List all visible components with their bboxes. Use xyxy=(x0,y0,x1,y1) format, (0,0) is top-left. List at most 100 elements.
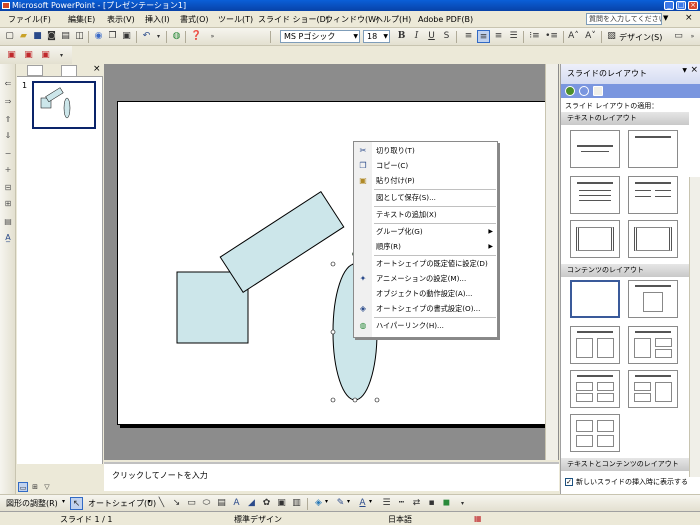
summary-slide-icon[interactable]: ▤ xyxy=(2,216,14,228)
design-icon[interactable]: ▧ xyxy=(605,30,618,43)
wordart-icon[interactable]: A xyxy=(230,497,243,510)
rectangle-icon[interactable]: ▭ xyxy=(185,497,198,510)
font-name-select[interactable]: MS Pゴシック ▼ xyxy=(280,30,360,43)
minimize-button[interactable]: _ xyxy=(664,1,674,10)
font-color-icon[interactable]: A xyxy=(356,497,369,510)
selection-handle[interactable] xyxy=(330,261,336,267)
italic-button[interactable]: I xyxy=(410,30,423,43)
draw-menu-button[interactable]: 図形の調整(R) xyxy=(6,498,58,509)
show-on-insert-option[interactable]: ✓ 新しいスライドの挿入時に表示する xyxy=(565,477,688,487)
3d-style-icon[interactable]: ◼ xyxy=(440,497,453,510)
oval-icon[interactable]: ⬭ xyxy=(200,497,213,510)
ctx-add-text[interactable]: テキストの追加(X) xyxy=(354,207,497,222)
layout-vertical-text[interactable] xyxy=(570,220,620,258)
new-icon[interactable]: ▢ xyxy=(3,30,16,43)
ctx-copy[interactable]: ❐ コピー(C) xyxy=(354,158,497,173)
align-center-icon[interactable]: ≡ xyxy=(477,30,490,43)
slide-sorter-icon[interactable]: ⊞ xyxy=(30,482,40,492)
show-formatting-icon[interactable]: A̲ xyxy=(2,232,14,244)
layout-title-two-content[interactable] xyxy=(570,326,620,364)
open-icon[interactable]: ▰ xyxy=(17,30,30,43)
selection-handle[interactable] xyxy=(330,329,336,335)
collapse-icon[interactable]: − xyxy=(2,148,14,160)
line-style-icon[interactable]: ☰ xyxy=(380,497,393,510)
arrow-icon[interactable]: ↘ xyxy=(170,497,183,510)
design-button[interactable]: デザイン(S) xyxy=(619,32,662,43)
help-dropdown-icon[interactable]: ▼ xyxy=(663,14,668,22)
promote-icon[interactable]: ⇐ xyxy=(2,78,14,90)
move-up-icon[interactable]: ⇑ xyxy=(2,114,14,126)
paste-icon[interactable]: ▣ xyxy=(120,30,133,43)
vertical-scrollbar[interactable] xyxy=(545,64,558,460)
menu-edit[interactable]: 編集(E) xyxy=(68,14,95,25)
layout-vertical-title-text[interactable] xyxy=(628,220,678,258)
ctx-hyperlink[interactable]: ◍ ハイパーリンク(H)... xyxy=(354,318,497,333)
layout-title-text[interactable] xyxy=(570,176,620,214)
copy-icon[interactable]: ❐ xyxy=(106,30,119,43)
layout-title-two-two-content[interactable] xyxy=(628,370,678,408)
shadow-style-icon[interactable]: ▪ xyxy=(425,497,438,510)
autoshapes-dropdown-icon[interactable]: ▾ xyxy=(148,498,151,505)
menu-file[interactable]: ファイル(F) xyxy=(8,14,51,25)
ctx-format-autoshape[interactable]: ◈ オートシェイプの書式設定(O)... xyxy=(354,301,497,316)
collapse-all-icon[interactable]: ⊟ xyxy=(2,182,14,194)
selection-handle[interactable] xyxy=(352,397,358,403)
arrow-style-icon[interactable]: ⇄ xyxy=(410,497,423,510)
picture-icon[interactable]: ▣ xyxy=(275,497,288,510)
ctx-paste[interactable]: ▣ 貼り付け(P) xyxy=(354,173,497,188)
increase-font-icon[interactable]: A˄ xyxy=(567,30,580,43)
bold-button[interactable]: B xyxy=(395,30,408,43)
underline-button[interactable]: U xyxy=(425,30,438,43)
task-pane-menu-icon[interactable]: ▼ xyxy=(682,67,687,74)
rectangle-shape[interactable] xyxy=(219,191,345,293)
shadow-button[interactable]: S xyxy=(440,30,453,43)
ctx-set-default[interactable]: オートシェイプの既定値に設定(D) xyxy=(354,256,497,271)
selection-handle[interactable] xyxy=(330,397,336,403)
font-color-dropdown-icon[interactable]: ▾ xyxy=(369,498,372,505)
draw-dropdown-icon[interactable]: ▾ xyxy=(62,498,65,505)
permission-icon[interactable]: ◙ xyxy=(45,30,58,43)
layout-two-column-text[interactable] xyxy=(628,176,678,214)
home-icon[interactable] xyxy=(593,86,603,96)
justify-icon[interactable]: ☰ xyxy=(507,30,520,43)
align-right-icon[interactable]: ≡ xyxy=(492,30,505,43)
font-size-select[interactable]: 18 ▼ xyxy=(363,30,390,43)
menu-slideshow[interactable]: スライド ショー(D) xyxy=(258,14,329,25)
insert-picture-icon[interactable]: ▥ xyxy=(290,497,303,510)
close-window-button[interactable]: × xyxy=(688,1,698,10)
line-color-icon[interactable]: ✎ xyxy=(334,497,347,510)
layout-title-four-content[interactable] xyxy=(570,370,620,408)
menu-insert[interactable]: 挿入(I) xyxy=(145,14,170,25)
pdf-options-icon[interactable]: ▾ xyxy=(55,49,68,62)
expand-all-icon[interactable]: ⊞ xyxy=(2,198,14,210)
align-left-icon[interactable]: ≡ xyxy=(462,30,475,43)
hyperlink-icon[interactable]: ◍ xyxy=(170,30,183,43)
help-icon[interactable]: ❓ xyxy=(190,30,203,43)
autoshapes-menu-button[interactable]: オートシェイプ(U) xyxy=(88,498,156,509)
diagram-icon[interactable]: ◢ xyxy=(245,497,258,510)
ctx-cut[interactable]: ✂ 切り取り(T) xyxy=(354,143,497,158)
slideshow-icon[interactable]: ▽ xyxy=(42,482,52,492)
layout-title-content-two[interactable] xyxy=(628,326,678,364)
layout-title-slide[interactable] xyxy=(570,130,620,168)
layout-four-content[interactable] xyxy=(570,414,620,452)
clipart-icon[interactable]: ✿ xyxy=(260,497,273,510)
demote-icon[interactable]: ⇒ xyxy=(2,96,14,108)
ctx-grouping[interactable]: グループ化(G) ▶ xyxy=(354,224,497,239)
show-on-insert-checkbox[interactable]: ✓ xyxy=(565,478,573,486)
line-icon[interactable]: ╲ xyxy=(155,497,168,510)
research-icon[interactable]: ◉ xyxy=(92,30,105,43)
maximize-button[interactable]: □ xyxy=(676,1,686,10)
print-preview-icon[interactable]: ◫ xyxy=(73,30,86,43)
close-pane-icon[interactable]: × xyxy=(93,64,101,74)
ctx-save-as-picture[interactable]: 図として保存(S)... xyxy=(354,190,497,205)
drawing-options-icon[interactable]: ▾ xyxy=(456,497,469,510)
expand-icon[interactable]: + xyxy=(2,164,14,176)
undo-dropdown-icon[interactable]: ▾ xyxy=(152,30,165,43)
bullets-icon[interactable]: •≡ xyxy=(545,30,558,43)
task-pane-scrollbar[interactable] xyxy=(689,177,700,477)
print-icon[interactable]: ▤ xyxy=(59,30,72,43)
menu-adobe-pdf[interactable]: Adobe PDF(B) xyxy=(418,14,473,25)
format-options-icon[interactable]: » xyxy=(686,30,699,43)
ctx-animation[interactable]: ✦ アニメーションの設定(M)... xyxy=(354,271,497,286)
